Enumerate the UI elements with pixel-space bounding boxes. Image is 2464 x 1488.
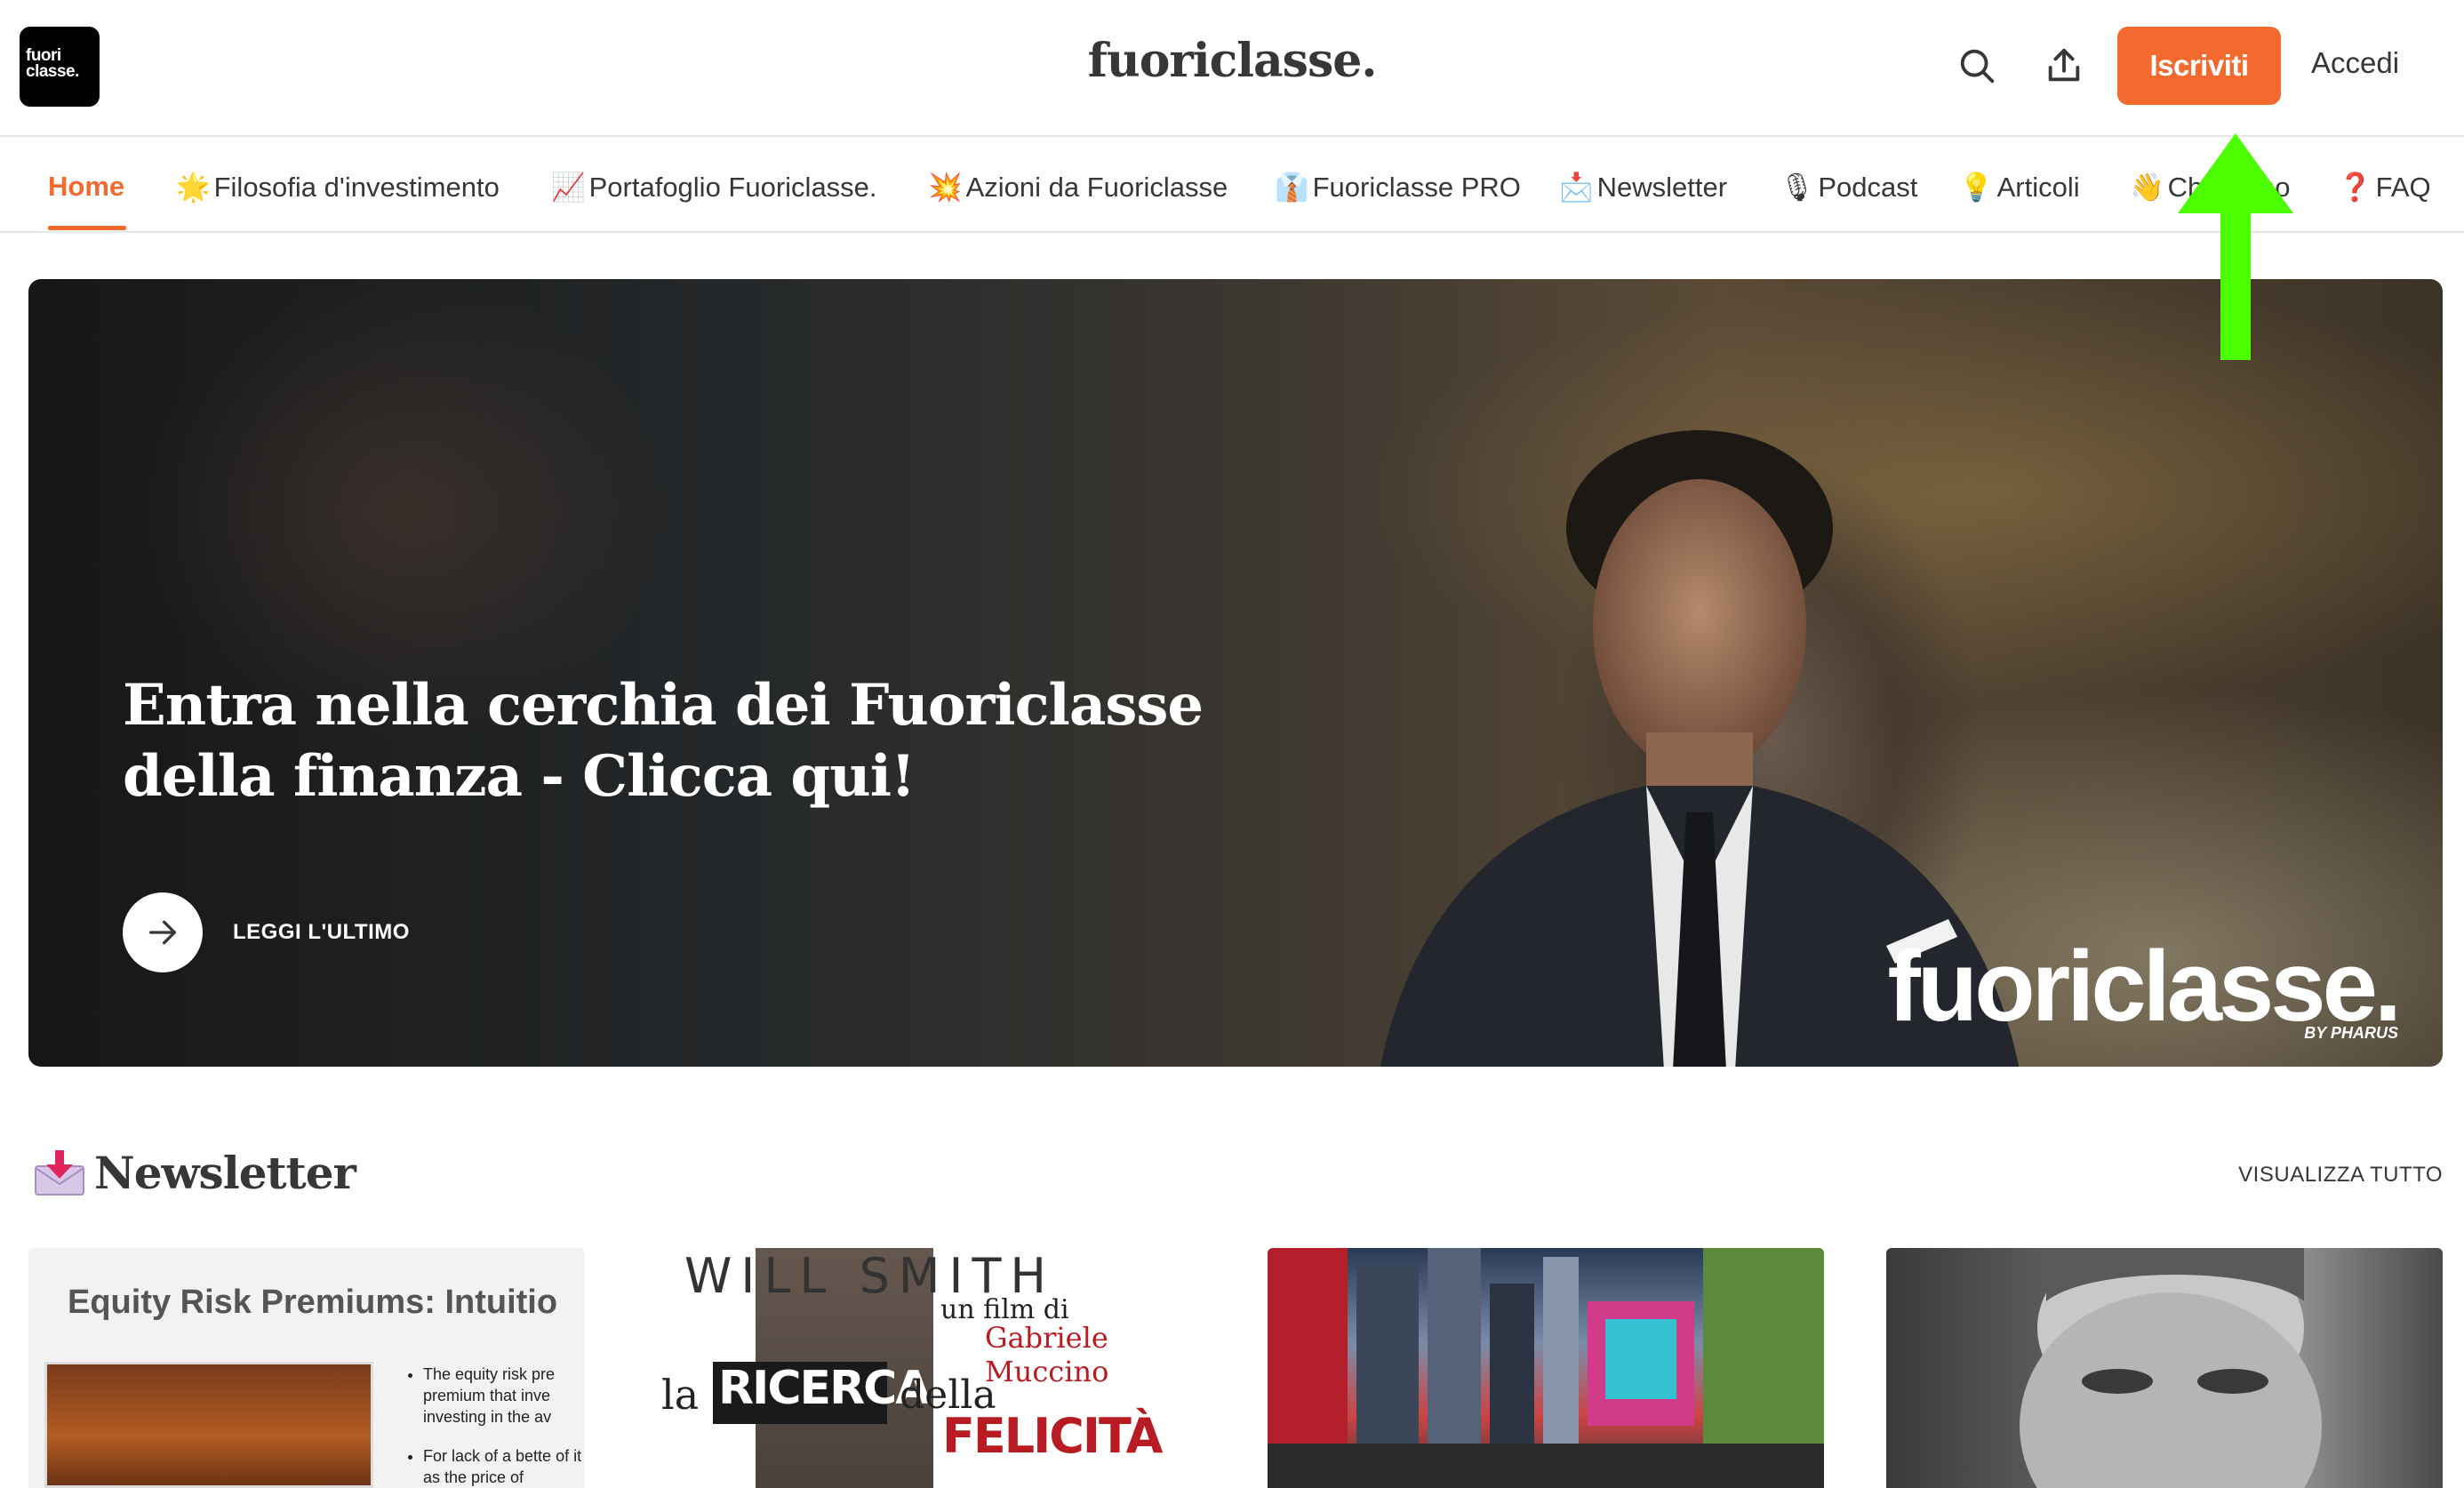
nav-active-indicator: [48, 226, 126, 230]
nav-label: FAQ: [2375, 171, 2431, 203]
nav-label: Podcast: [1818, 171, 1918, 203]
nav-item-faq[interactable]: ❓ FAQ: [2338, 171, 2431, 204]
collision-icon: 💥: [928, 172, 963, 203]
search-icon: [1960, 49, 1995, 84]
post-card[interactable]: [1268, 1248, 1824, 1488]
poster-title-felicita: FELICITÀ: [942, 1408, 1163, 1464]
cta-circle-button[interactable]: [123, 892, 203, 972]
nav-label: Fuoriclasse PRO: [1312, 171, 1521, 203]
share-icon: [2048, 48, 2080, 82]
nav-item-azioni[interactable]: 💥 Azioni da Fuoriclasse: [928, 171, 1228, 204]
suit-icon: 👔: [1275, 172, 1309, 203]
nav-item-portafoglio[interactable]: 📈 Portafoglio Fuoriclasse.: [551, 171, 877, 204]
login-link[interactable]: Accedi: [2311, 46, 2399, 80]
card-thumbnail-bullets: The equity risk pre premium that inve in…: [411, 1364, 585, 1488]
card-thumbnail-title: Equity Risk Premiums: Intuitio: [68, 1284, 558, 1321]
lightbulb-icon: 💡: [1959, 172, 1994, 203]
nav-label: Home: [48, 171, 125, 202]
card-thumbnail-cityscape: [1268, 1248, 1824, 1488]
question-icon: ❓: [2338, 172, 2372, 203]
share-button[interactable]: [2039, 41, 2089, 91]
post-card[interactable]: [1886, 1248, 2443, 1488]
nav-label: Portafoglio Fuoriclasse.: [588, 171, 877, 203]
nav-label: Azioni da Fuoriclasse: [965, 171, 1228, 203]
wave-icon: 👋: [2130, 172, 2164, 203]
search-button[interactable]: [1952, 41, 2002, 91]
envelope-download-icon: [35, 1149, 84, 1196]
poster-title-la: la: [661, 1371, 700, 1419]
site-title[interactable]: fuoriclasse.: [0, 34, 2464, 88]
nav-label: Filosofia d'investimento: [213, 171, 500, 203]
star-icon: 🌟: [176, 172, 211, 203]
hero-title[interactable]: Entra nella cerchia dei Fuoriclasse dell…: [123, 670, 1278, 812]
post-card[interactable]: Equity Risk Premiums: Intuitio The equit…: [28, 1248, 585, 1488]
hero-brand-byline: BY PHARUS: [2304, 1024, 2398, 1042]
hero-banner[interactable]: Entra nella cerchia dei Fuoriclasse dell…: [28, 279, 2443, 1067]
arrow-right-icon: [149, 920, 176, 945]
nav-label: Articoli: [1996, 171, 2080, 203]
chart-up-icon: 📈: [551, 172, 586, 203]
card-thumbnail-photo: [44, 1362, 373, 1488]
bullet-text: The equity risk pre premium that inve in…: [423, 1364, 585, 1428]
microphone-icon: 🎙: [1780, 172, 1815, 203]
bullet-text: For lack of a bette of it as the price o…: [423, 1445, 585, 1488]
nav-label: Newsletter: [1596, 171, 1728, 203]
post-card[interactable]: WILL SMITH un film di Gabriele Muccino l…: [649, 1248, 1205, 1488]
poster-director-name: Gabriele Muccino: [985, 1321, 1109, 1388]
hero-brand-watermark: fuoriclasse.: [1887, 931, 2402, 1042]
nav-item-podcast[interactable]: 🎙 Podcast: [1780, 171, 1917, 204]
envelope-icon: 📩: [1559, 172, 1594, 203]
section-title: Newsletter: [94, 1147, 356, 1199]
nav-item-articoli[interactable]: 💡 Articoli: [1959, 171, 2080, 204]
nav-item-pro[interactable]: 👔 Fuoriclasse PRO: [1275, 171, 1521, 204]
cta-label[interactable]: LEGGI L'ULTIMO: [233, 920, 410, 945]
poster-title-ricerca: RICERCA: [713, 1362, 932, 1424]
site-header: fuori classe. fuoriclasse. Iscriviti Acc…: [0, 0, 2464, 137]
nav-item-newsletter[interactable]: 📩 Newsletter: [1559, 171, 1727, 204]
nav-item-filosofia[interactable]: 🌟 Filosofia d'investimento: [176, 171, 500, 204]
nav-item-home[interactable]: Home: [48, 171, 124, 203]
newsletter-cards: Equity Risk Premiums: Intuitio The equit…: [28, 1248, 2443, 1488]
read-latest-cta[interactable]: LEGGI L'ULTIMO: [123, 892, 410, 972]
card-thumbnail-portrait: [2020, 1248, 2322, 1488]
subscribe-button[interactable]: Iscriviti: [2117, 27, 2281, 105]
main-nav: Home 🌟 Filosofia d'investimento 📈 Portaf…: [0, 139, 2464, 233]
annotation-arrow-icon: [2178, 133, 2293, 360]
newsletter-section-header: Newsletter: [34, 1147, 356, 1199]
view-all-link[interactable]: VISUALIZZA TUTTO: [2238, 1163, 2443, 1188]
